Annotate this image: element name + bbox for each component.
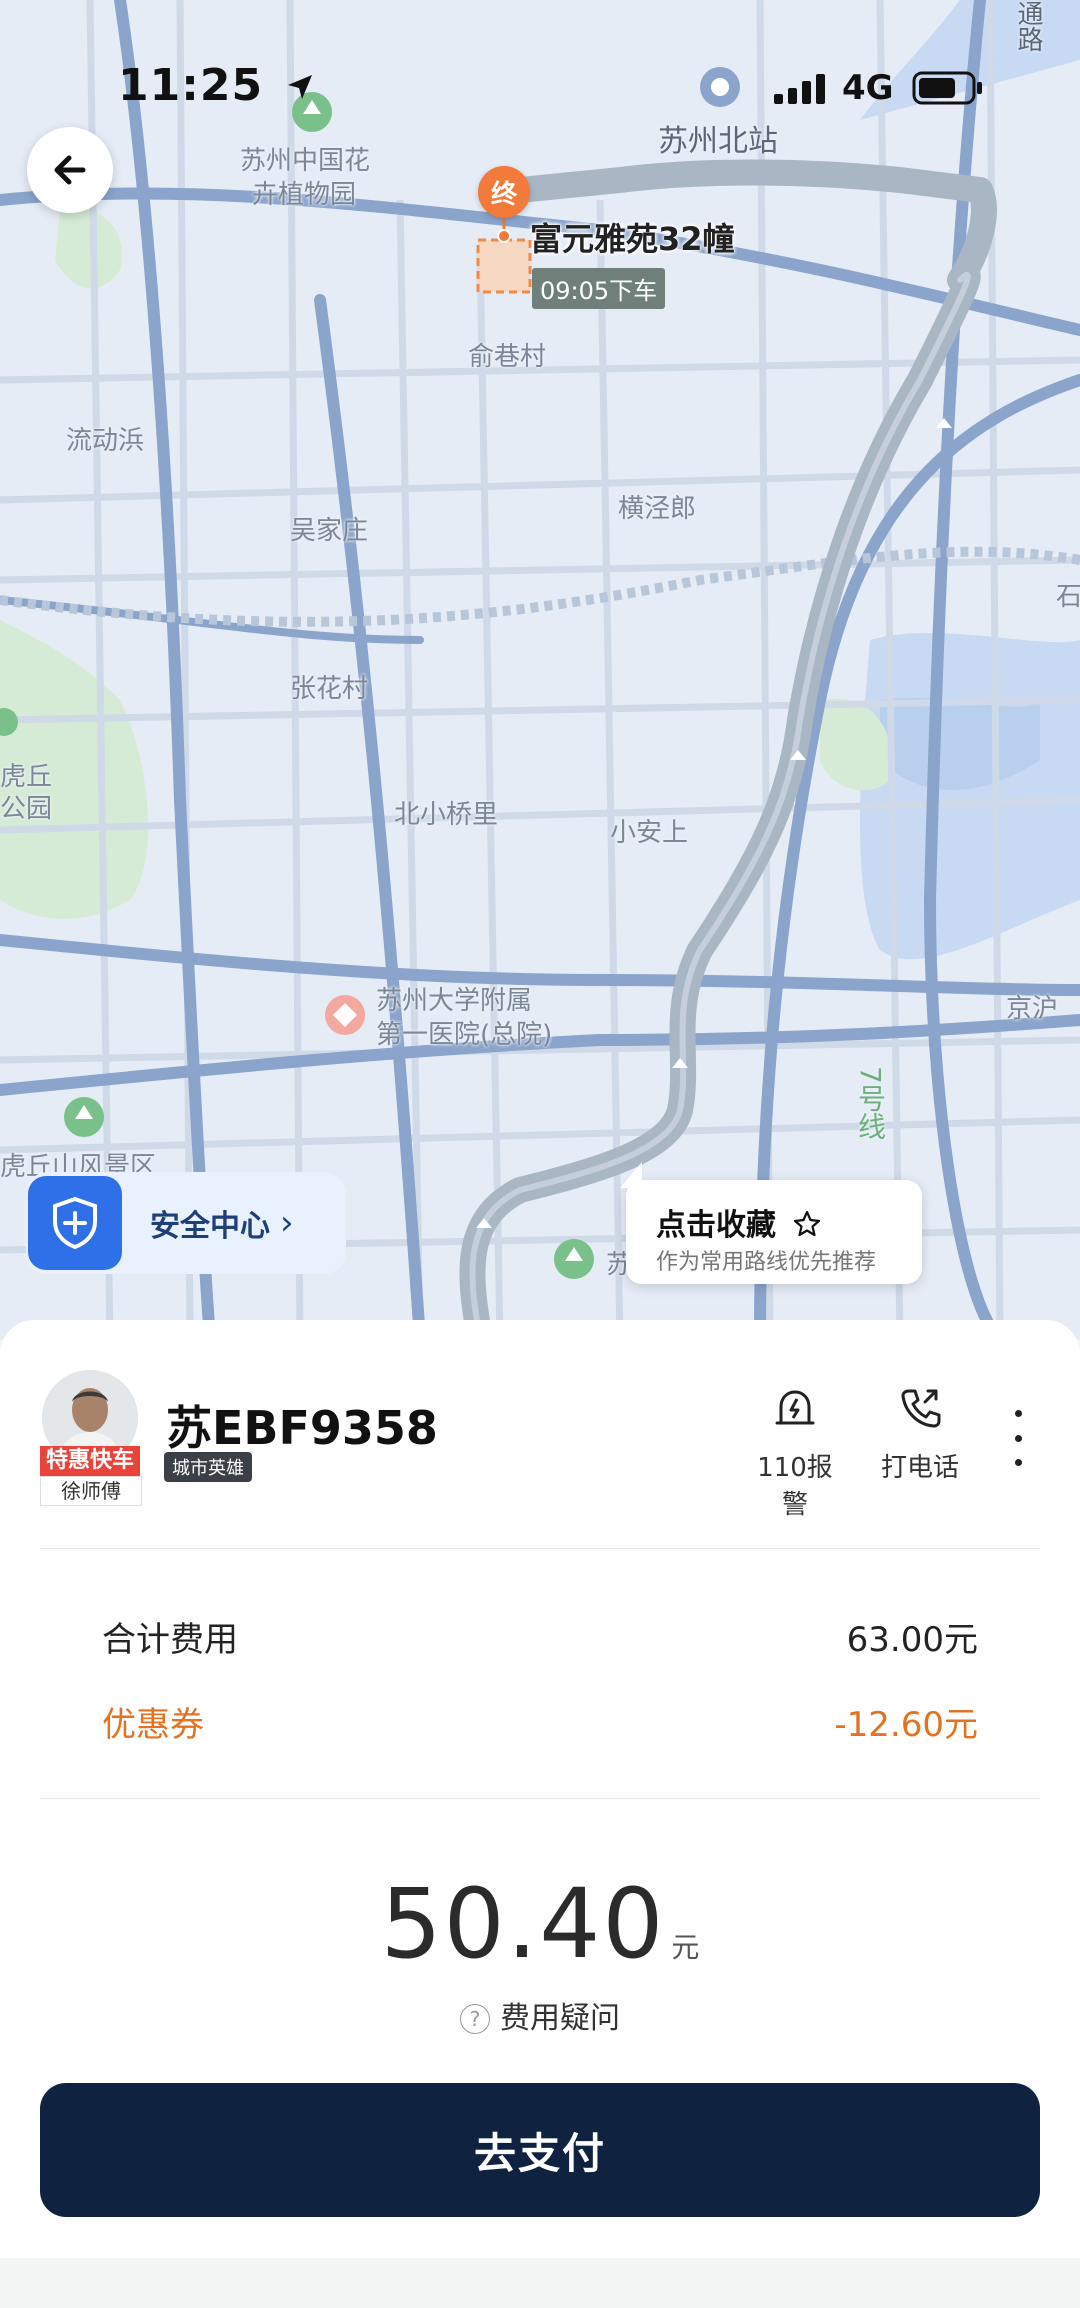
call-driver-label: 打电话 xyxy=(880,1453,959,1483)
battery-icon xyxy=(912,71,982,105)
favorite-title: 点击收藏 xyxy=(656,1200,822,1244)
driver-tag: 城市英雄 xyxy=(164,1452,252,1482)
map-label-road: 通路 xyxy=(1013,0,1043,52)
payable-amount-value: 50.40 xyxy=(380,1868,666,1980)
coupon-row[interactable]: 优惠券 -12.60元 xyxy=(102,1697,978,1746)
call-driver-button[interactable]: 打电话 xyxy=(870,1385,970,1484)
shield-plus-icon xyxy=(28,1176,122,1270)
map-label-wujiazhuang: 吴家庄 xyxy=(290,516,369,546)
phone-call-icon xyxy=(901,1389,941,1428)
fee-question-label: 费用疑问 xyxy=(500,2001,620,2036)
total-fee-value: 63.00元 xyxy=(846,1620,978,1660)
map-label-huqiu-2: 公园 xyxy=(0,794,53,824)
fee-question-link[interactable]: ? 费用疑问 xyxy=(0,1993,1080,2037)
map-label-yuxiang: 俞巷村 xyxy=(468,342,547,372)
route-map[interactable]: 苏州中国花 卉植物园 苏州北站 通路 俞巷村 流动浜 吴家庄 横泾郎 张花村 虎… xyxy=(0,0,1080,1340)
map-label-hospital-1: 苏州大学附属 xyxy=(376,986,533,1016)
status-time: 11:25 xyxy=(118,60,315,111)
arrow-left-icon xyxy=(54,155,86,185)
payable-amount-unit: 元 xyxy=(671,1931,700,1964)
map-label-hengjinglang: 横泾郎 xyxy=(618,494,697,524)
driver-name: 徐师傅 xyxy=(40,1476,142,1506)
map-roads xyxy=(0,0,1080,1340)
favorite-subtitle: 作为常用路线优先推荐 xyxy=(656,1250,877,1275)
map-label-botanical-garden-2: 卉植物园 xyxy=(252,180,357,210)
question-circle-icon: ? xyxy=(460,2004,490,2034)
bottom-safe-area xyxy=(0,2258,1080,2308)
map-label-liudong: 流动浜 xyxy=(66,426,145,456)
license-plate: 苏EBF9358 xyxy=(166,1401,438,1455)
total-fee-row: 合计费用 63.00元 xyxy=(102,1612,978,1661)
map-label-beixiaoqiao: 北小桥里 xyxy=(394,800,499,830)
map-label-hospital-2: 第一医院(总院) xyxy=(376,1020,553,1050)
divider xyxy=(40,1548,1040,1549)
location-arrow-icon xyxy=(288,75,313,99)
map-label-zhanghuacun: 张花村 xyxy=(290,674,369,704)
coupon-value: -12.60元 xyxy=(834,1705,978,1745)
destination-name: 富元雅苑32幢 xyxy=(530,220,735,258)
alarm-bell-icon xyxy=(775,1390,815,1425)
destination-pin[interactable]: 终 xyxy=(478,166,530,218)
back-button[interactable] xyxy=(27,127,113,213)
map-label-jinghu: 京沪 xyxy=(1006,994,1059,1024)
total-fee-label: 合计费用 xyxy=(102,1620,238,1660)
divider xyxy=(40,1798,1040,1799)
map-label-north-station: 苏州北站 xyxy=(658,124,778,159)
signal-icon xyxy=(774,74,825,104)
payable-amount: 50.40 元 xyxy=(0,1868,1080,1980)
police-110-label: 110报警 xyxy=(757,1453,833,1520)
safety-center-label: 安全中心 xyxy=(150,1209,270,1244)
police-110-button[interactable]: 110报警 xyxy=(745,1385,845,1521)
pay-button[interactable]: 去支付 xyxy=(40,2083,1040,2217)
coupon-label: 优惠券 xyxy=(102,1705,204,1745)
chevron-right-icon: › xyxy=(280,1203,294,1243)
map-label-shi: 石 xyxy=(1056,582,1080,612)
network-type: 4G xyxy=(842,68,894,108)
service-type-badge: 特惠快车 xyxy=(40,1446,140,1476)
star-icon xyxy=(794,1210,821,1237)
map-label-botanical-garden-1: 苏州中国花 xyxy=(240,146,371,176)
favorite-route-tip[interactable]: 点击收藏 作为常用路线优先推荐 xyxy=(620,1162,922,1284)
more-options-icon[interactable] xyxy=(1006,1410,1030,1466)
safety-center-button[interactable]: 安全中心 › xyxy=(26,1172,346,1274)
dropoff-time: 09:05下车 xyxy=(532,268,666,309)
map-label-xiaoanshang: 小安上 xyxy=(610,818,689,848)
map-label-line7: 7号线 xyxy=(854,1066,887,1140)
